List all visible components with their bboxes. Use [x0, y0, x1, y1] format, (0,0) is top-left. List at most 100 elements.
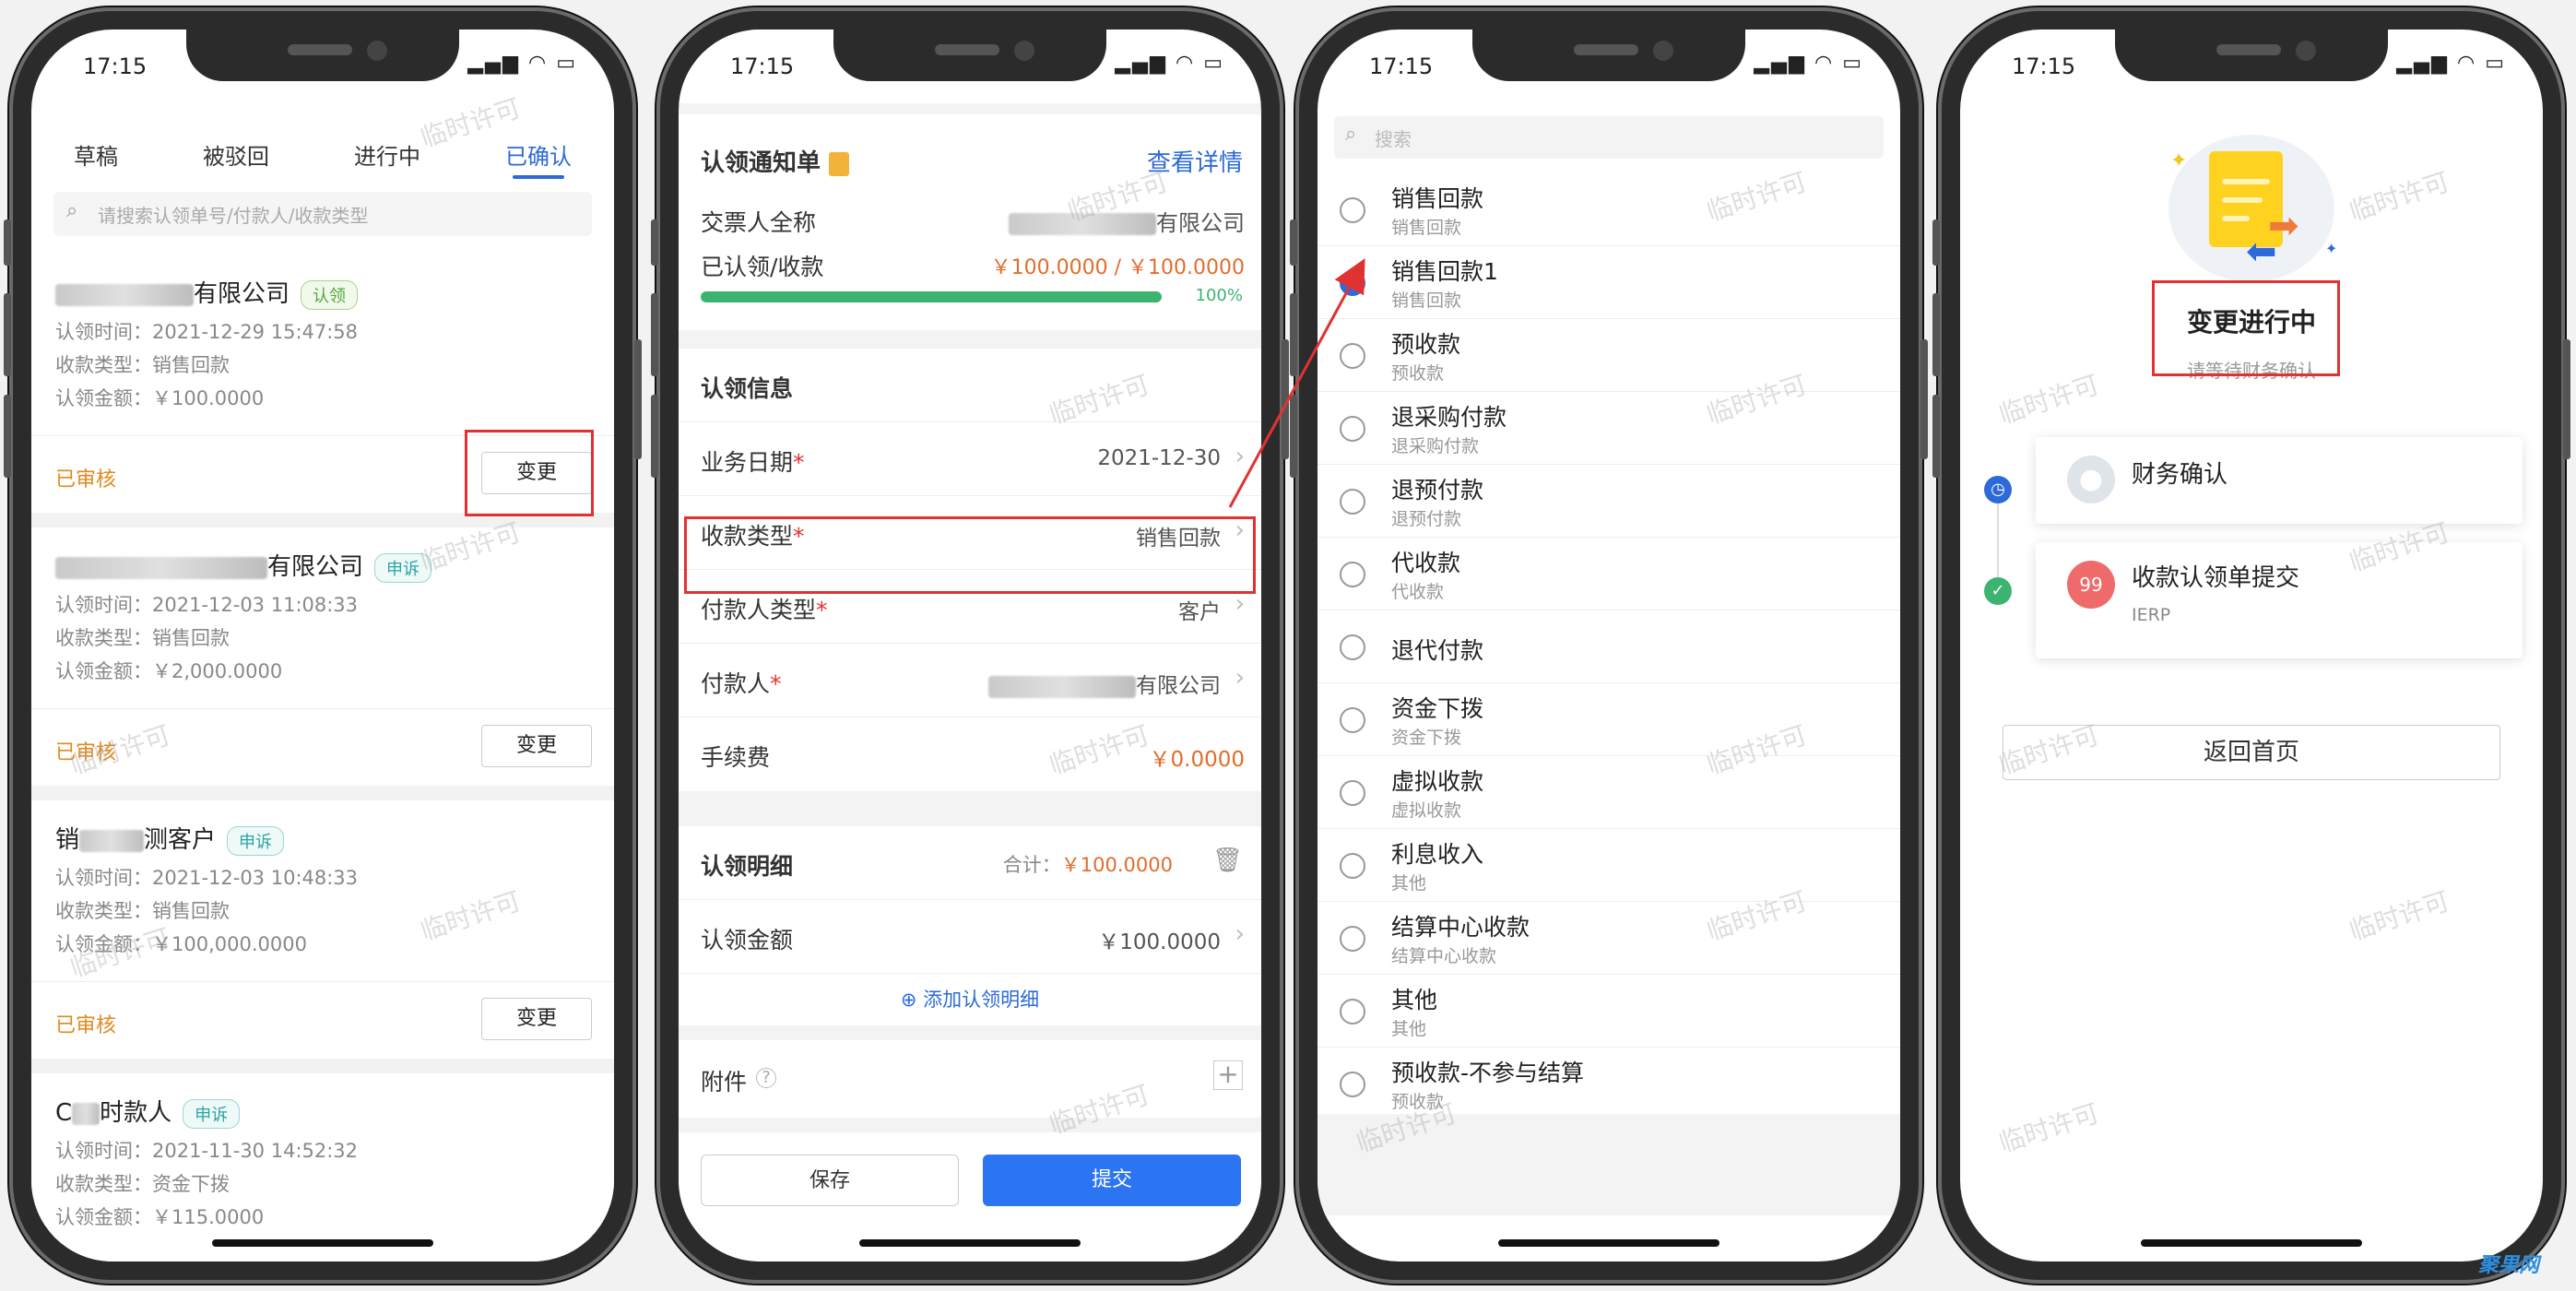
search-input[interactable]: ⌕ 搜索 — [1334, 116, 1884, 159]
search-icon: ⌕ — [1345, 123, 1357, 146]
payer-name: 有限公司 — [1009, 205, 1245, 237]
submit-button[interactable]: 提交 — [983, 1155, 1241, 1206]
redacted-name — [55, 556, 267, 579]
list-item[interactable]: 有限公司 申诉 认领时间：2021-12-03 11:08:33 收款类型：销售回… — [31, 527, 614, 786]
option-item[interactable]: 其他 其他 — [1318, 975, 1900, 1048]
info-title: 认领信息 — [701, 375, 794, 402]
status-time: 17:15 — [730, 53, 795, 79]
list-item[interactable]: 有限公司 认领 认领时间：2021-12-29 15:47:58 收款类型：销售回… — [31, 255, 614, 513]
option-item[interactable]: 退采购付款 退采购付款 — [1318, 392, 1900, 465]
list-item[interactable]: 销测客户 申诉 认领时间：2021-12-03 10:48:33 收款类型：销售回… — [31, 800, 614, 1059]
screen-collect-type-picker: 17:15 ▂▄▆ ◠ ▭ ⌕ 搜索 销售回款 销售回款 ✓ 销售回款1 销售回款 预收款… — [1318, 30, 1900, 1261]
collect-type-row[interactable]: 收款类型* 销售回款 › — [679, 496, 1261, 570]
option-subtitle: 其他 — [1391, 873, 1427, 894]
radio-checked-icon[interactable]: ✓ — [1340, 270, 1365, 296]
appeal-tag: 申诉 — [183, 1098, 241, 1129]
option-title: 退采购付款 — [1391, 404, 1507, 431]
option-subtitle: 虚拟收款 — [1391, 800, 1462, 821]
add-attachment-icon[interactable]: + — [1213, 1060, 1243, 1090]
notice-title: 认领通知单 — [701, 144, 850, 178]
payer-row[interactable]: 付款人* 有限公司 › — [679, 644, 1261, 717]
avatar: ● — [2067, 456, 2115, 503]
step-finance-confirm: ● 财务确认 — [2036, 437, 2523, 524]
option-subtitle: 退采购付款 — [1391, 436, 1480, 456]
add-detail-link[interactable]: ⊕ 添加认领明细 — [679, 985, 1261, 1013]
tab-rejected[interactable]: 被驳回 — [194, 118, 278, 177]
option-title: 利息收入 — [1391, 841, 1484, 868]
option-item[interactable]: 虚拟收款 虚拟收款 — [1318, 756, 1900, 829]
option-title: 销售回款 — [1391, 185, 1484, 212]
change-button[interactable]: 变更 — [481, 725, 592, 767]
option-title: 预收款-不参与结算 — [1391, 1060, 1585, 1086]
claim-amount-row[interactable]: 认领金额 ￥100.0000 › — [679, 900, 1261, 974]
search-input[interactable]: ⌕ 请搜索认领单号/付款人/收款类型 — [53, 192, 592, 236]
radio-icon[interactable] — [1340, 634, 1365, 660]
option-subtitle: 预收款 — [1391, 363, 1445, 384]
radio-icon[interactable] — [1340, 343, 1365, 369]
option-subtitle: 销售回款 — [1391, 218, 1462, 238]
radio-icon[interactable] — [1340, 999, 1365, 1025]
status-time: 17:15 — [2012, 53, 2076, 79]
radio-icon[interactable] — [1340, 853, 1365, 879]
option-title: 销售回款1 — [1391, 258, 1498, 285]
chevron-right-icon: › — [1235, 664, 1245, 692]
radio-icon[interactable] — [1340, 780, 1365, 806]
status-icons: ▂▄▆ ◠ ▭ — [1754, 52, 1863, 75]
claimed-amount: ￥100.0000 / ￥100.0000 — [990, 256, 1245, 279]
list-item[interactable]: C 时款人 申诉 认领时间：2021-11-30 14:52:32 收款类型：资金下… — [31, 1073, 614, 1261]
option-item[interactable]: 退代付款 — [1318, 610, 1900, 683]
status-badge: 已审核 — [55, 741, 117, 764]
payer-type-row[interactable]: 付款人类型* 客户 › — [679, 570, 1261, 644]
option-item[interactable]: 代收款 代收款 — [1318, 538, 1900, 610]
option-item[interactable]: 预收款 预收款 — [1318, 319, 1900, 392]
appeal-tag: 申诉 — [374, 552, 432, 583]
biz-date-row[interactable]: 业务日期* 2021-12-30 › — [679, 422, 1261, 496]
tab-confirmed[interactable]: 已确认 — [496, 118, 581, 179]
trash-icon[interactable]: 🗑 — [1212, 847, 1243, 874]
option-item[interactable]: 销售回款 销售回款 — [1318, 173, 1900, 246]
claim-detail-section: 认领明细 合计：￥100.0000 🗑 认领金额 ￥100.0000 › ⊕ 添… — [679, 826, 1261, 1025]
save-button[interactable]: 保存 — [701, 1155, 959, 1206]
change-button[interactable]: 变更 — [481, 998, 592, 1040]
option-item[interactable]: ✓ 销售回款1 销售回款 — [1318, 246, 1900, 319]
option-item[interactable]: 退预付款 退预付款 — [1318, 465, 1900, 538]
option-item[interactable]: 资金下拨 资金下拨 — [1318, 683, 1900, 756]
radio-icon[interactable] — [1340, 197, 1365, 223]
fee-row[interactable]: 手续费 ￥0.0000 — [679, 717, 1261, 791]
sparkle-icon: ✦ — [2170, 149, 2188, 172]
tab-draft[interactable]: 草稿 — [65, 118, 127, 177]
option-subtitle: 代收款 — [1391, 582, 1445, 602]
radio-icon[interactable] — [1340, 1072, 1365, 1097]
claim-tag: 认领 — [301, 279, 359, 310]
radio-icon[interactable] — [1340, 562, 1365, 587]
status-tabs: 草稿 被驳回 进行中 已确认 — [31, 118, 614, 179]
option-item[interactable]: 结算中心收款 结算中心收款 — [1318, 902, 1900, 975]
appeal-tag: 申诉 — [227, 825, 285, 856]
page-title: 变更进行中 — [2186, 307, 2316, 338]
option-subtitle: 销售回款 — [1391, 290, 1462, 311]
help-icon[interactable]: ? — [756, 1068, 776, 1088]
radio-icon[interactable] — [1340, 416, 1365, 442]
option-title: 其他 — [1391, 987, 1438, 1013]
status-badge: 已审核 — [55, 468, 117, 492]
sparkle-icon: ✦ — [2325, 240, 2338, 257]
option-item[interactable]: 预收款-不参与结算 预收款 — [1318, 1048, 1900, 1120]
tab-in-progress[interactable]: 进行中 — [345, 118, 430, 177]
option-item[interactable]: 利息收入 其他 — [1318, 829, 1900, 902]
change-button[interactable]: 变更 — [481, 452, 592, 494]
redacted-name — [72, 1102, 100, 1125]
radio-icon[interactable] — [1340, 489, 1365, 515]
option-title: 退代付款 — [1391, 637, 1484, 664]
redacted-name — [55, 283, 194, 306]
chevron-right-icon: › — [1235, 590, 1245, 618]
option-title: 代收款 — [1391, 550, 1461, 576]
option-title: 结算中心收款 — [1391, 914, 1530, 941]
option-title: 资金下拨 — [1391, 695, 1484, 722]
step-claim-submit: 99 收款认领单提交 IERP — [2036, 542, 2523, 658]
radio-icon[interactable] — [1340, 707, 1365, 733]
redacted-name — [79, 829, 145, 852]
back-home-button[interactable]: 返回首页 — [2003, 725, 2500, 780]
view-detail-link[interactable]: 查看详情 — [1147, 144, 1243, 178]
radio-icon[interactable] — [1340, 926, 1365, 952]
phone-2: 17:15 ▂▄▆ ◠ ▭ 认领通知单 查看详情 交票人全称 有限公司 已认领/… — [651, 7, 1289, 1284]
